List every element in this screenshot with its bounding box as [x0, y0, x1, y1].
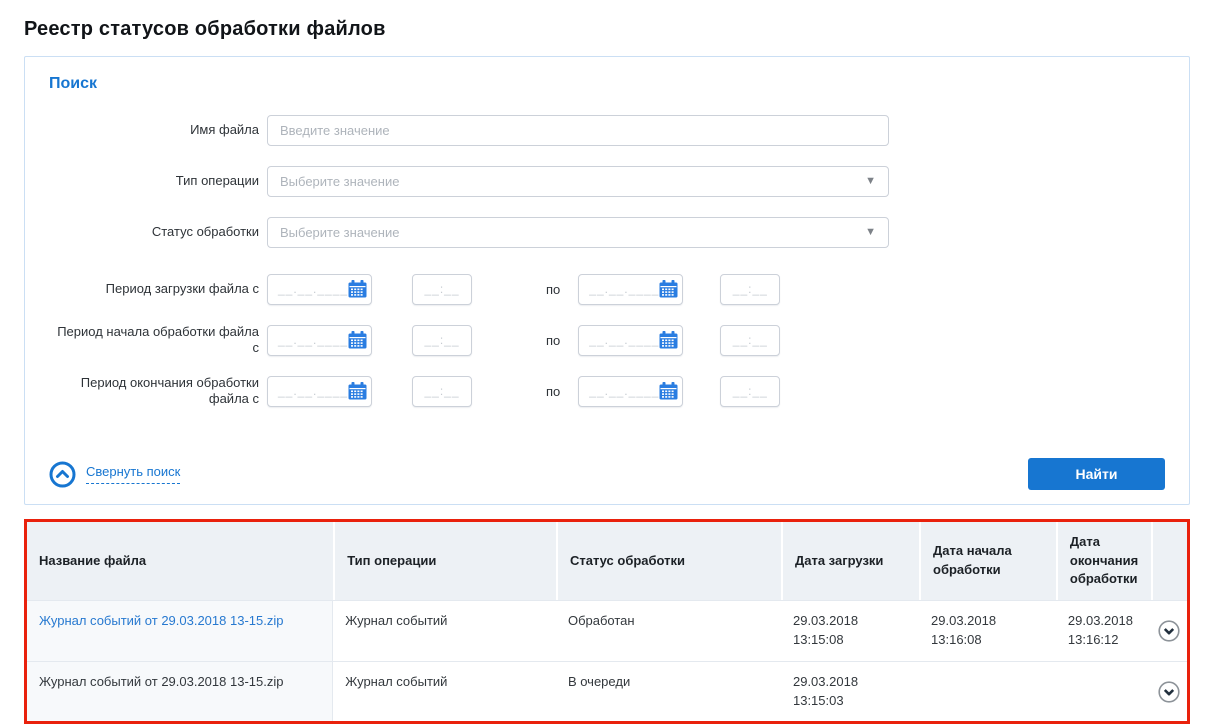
expand-row-button[interactable]: [1158, 620, 1180, 642]
chevron-down-icon: ▼: [865, 176, 876, 187]
time-mask: __:__: [733, 282, 768, 296]
start-time-to-input[interactable]: __:__: [720, 325, 780, 356]
start-period-row: Период начала обработки файла с __.__.__…: [49, 319, 1165, 361]
upload-time-to-input[interactable]: __:__: [720, 274, 780, 305]
time-mask: __:__: [424, 282, 459, 296]
operation-type-placeholder: Выберите значение: [280, 174, 399, 189]
cell-start-date: 29.03.2018 13:16:08: [919, 601, 1056, 661]
end-period-row: Период окончания обработки файла с __.__…: [49, 370, 1165, 412]
table-header-row: Название файла Тип операции Статус обраб…: [27, 522, 1187, 600]
column-header-actions: [1151, 522, 1187, 600]
file-status-table: Название файла Тип операции Статус обраб…: [24, 519, 1190, 724]
start-time-from-input[interactable]: __:__: [412, 325, 472, 356]
file-name-input[interactable]: [267, 115, 889, 146]
period-to-label: по: [546, 282, 560, 297]
table-row: Журнал событий от 29.03.2018 13-15.zip Ж…: [27, 661, 1187, 722]
column-header-start-date: Дата начала обработки: [919, 522, 1056, 600]
end-date-from-input[interactable]: __.__.____: [267, 376, 372, 407]
column-header-upload-date: Дата загрузки: [781, 522, 919, 600]
calendar-icon[interactable]: [348, 382, 367, 400]
processing-status-placeholder: Выберите значение: [280, 225, 399, 240]
cell-end-date: [1056, 662, 1151, 722]
collapse-search[interactable]: Свернуть поиск: [49, 461, 180, 488]
date-mask: __.__.____: [278, 282, 348, 296]
expand-row-button[interactable]: [1158, 681, 1180, 703]
cell-operation-type: Журнал событий: [333, 601, 556, 661]
column-header-operation-type: Тип операции: [333, 522, 556, 600]
file-name-label: Имя файла: [49, 122, 259, 138]
date-mask: __.__.____: [589, 333, 659, 347]
column-header-file-name: Название файла: [27, 522, 333, 600]
end-period-fields: __.__.____ __:__ по __.__.____ __:__: [267, 376, 780, 407]
operation-type-label: Тип операции: [49, 173, 259, 189]
time-mask: __:__: [424, 384, 459, 398]
search-footer: Свернуть поиск Найти: [49, 458, 1165, 490]
calendar-icon[interactable]: [659, 382, 678, 400]
chevron-down-icon: ▼: [865, 227, 876, 238]
processing-status-select[interactable]: Выберите значение ▼: [267, 217, 889, 248]
file-name-text: Журнал событий от 29.03.2018 13-15.zip: [39, 674, 283, 689]
calendar-icon[interactable]: [348, 280, 367, 298]
calendar-icon[interactable]: [348, 331, 367, 349]
upload-time-from-input[interactable]: __:__: [412, 274, 472, 305]
upload-period-fields: __.__.____ __:__ по __.__.____ __:__: [267, 274, 780, 305]
start-date-to-input[interactable]: __.__.____: [578, 325, 683, 356]
collapse-search-link[interactable]: Свернуть поиск: [86, 464, 180, 484]
cell-status: Обработан: [556, 601, 781, 661]
page: Реестр статусов обработки файлов Поиск И…: [0, 0, 1215, 724]
time-mask: __:__: [733, 384, 768, 398]
upload-date-to-input[interactable]: __.__.____: [578, 274, 683, 305]
cell-start-date: [919, 662, 1056, 722]
start-period-label: Период начала обработки файла с: [49, 324, 259, 357]
cell-file-name: Журнал событий от 29.03.2018 13-15.zip: [27, 662, 333, 722]
start-period-fields: __.__.____ __:__ по __.__.____ __:__: [267, 325, 780, 356]
cell-actions: [1151, 662, 1187, 722]
date-mask: __.__.____: [278, 333, 348, 347]
cell-file-name: Журнал событий от 29.03.2018 13-15.zip: [27, 601, 333, 661]
column-header-end-date: Дата окончания обработки: [1056, 522, 1151, 600]
period-to-label: по: [546, 333, 560, 348]
end-date-to-input[interactable]: __.__.____: [578, 376, 683, 407]
end-period-label: Период окончания обработки файла с: [49, 375, 259, 408]
upload-date-from-input[interactable]: __.__.____: [267, 274, 372, 305]
processing-status-row: Статус обработки Выберите значение ▼: [49, 217, 1165, 248]
file-name-row: Имя файла: [49, 115, 1165, 146]
start-date-from-input[interactable]: __.__.____: [267, 325, 372, 356]
operation-type-select[interactable]: Выберите значение ▼: [267, 166, 889, 197]
file-link[interactable]: Журнал событий от 29.03.2018 13-15.zip: [39, 613, 283, 628]
find-button[interactable]: Найти: [1028, 458, 1165, 490]
operation-type-row: Тип операции Выберите значение ▼: [49, 166, 1165, 197]
cell-status: В очереди: [556, 662, 781, 722]
processing-status-label: Статус обработки: [49, 224, 259, 240]
cell-upload-date: 29.03.2018 13:15:03: [781, 662, 919, 722]
cell-end-date: 29.03.2018 13:16:12: [1056, 601, 1151, 661]
end-time-to-input[interactable]: __:__: [720, 376, 780, 407]
page-title: Реестр статусов обработки файлов: [24, 18, 1190, 41]
time-mask: __:__: [733, 333, 768, 347]
table-row: Журнал событий от 29.03.2018 13-15.zip Ж…: [27, 600, 1187, 661]
chevron-up-circle-icon[interactable]: [49, 461, 76, 488]
end-time-from-input[interactable]: __:__: [412, 376, 472, 407]
cell-operation-type: Журнал событий: [333, 662, 556, 722]
cell-upload-date: 29.03.2018 13:15:08: [781, 601, 919, 661]
search-heading: Поиск: [49, 75, 1165, 93]
time-mask: __:__: [424, 333, 459, 347]
upload-period-row: Период загрузки файла с __.__.____ __:__…: [49, 268, 1165, 310]
calendar-icon[interactable]: [659, 331, 678, 349]
calendar-icon[interactable]: [659, 280, 678, 298]
search-panel: Поиск Имя файла Тип операции Выберите зн…: [24, 56, 1190, 505]
upload-period-label: Период загрузки файла с: [49, 281, 259, 297]
period-to-label: по: [546, 384, 560, 399]
cell-actions: [1151, 601, 1187, 661]
column-header-status: Статус обработки: [556, 522, 781, 600]
date-mask: __.__.____: [589, 384, 659, 398]
date-mask: __.__.____: [589, 282, 659, 296]
date-mask: __.__.____: [278, 384, 348, 398]
